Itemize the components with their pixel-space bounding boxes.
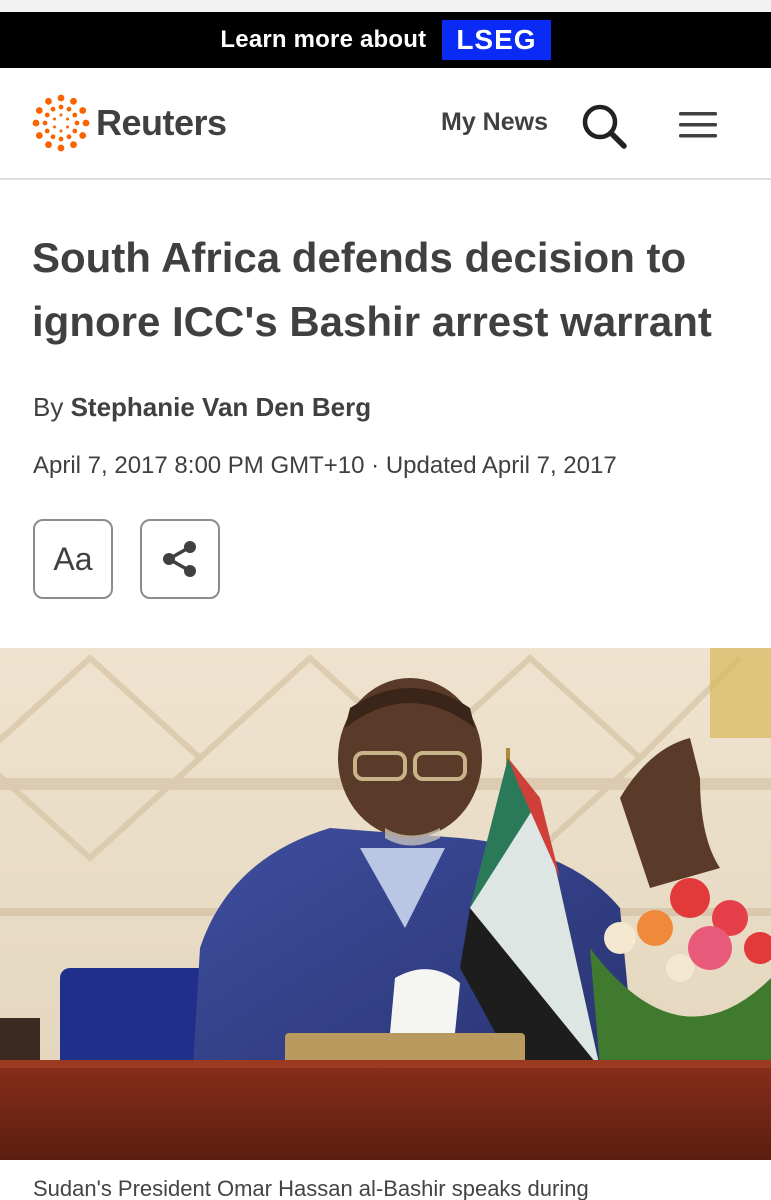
share-icon	[163, 541, 196, 577]
my-news-link[interactable]: My News	[441, 108, 548, 137]
article-photo[interactable]	[0, 648, 771, 1160]
reuters-logo[interactable]: Reuters	[32, 94, 227, 152]
font-size-button[interactable]: Aa	[33, 519, 113, 599]
banner-text: Learn more about	[220, 26, 427, 53]
byline-prefix: By	[33, 392, 64, 422]
article-headline: South Africa defends decision to ignore …	[32, 234, 712, 345]
site-header: Reuters My News	[0, 68, 771, 180]
lseg-logo: LSEG	[442, 20, 551, 60]
search-icon	[582, 104, 627, 149]
photo-caption: Sudan's President Omar Hassan al-Bashir …	[0, 1160, 771, 1200]
byline: By Stephanie Van Den Berg	[33, 392, 371, 423]
article-dateline: April 7, 2017 8:00 PM GMT+10 · Updated A…	[33, 452, 617, 479]
search-button[interactable]	[580, 102, 628, 150]
reuters-wordmark: Reuters	[96, 102, 227, 143]
photo-caption-text: Sudan's President Omar Hassan al-Bashir …	[33, 1176, 589, 1200]
author-link[interactable]: Stephanie Van Den Berg	[71, 392, 372, 422]
share-button[interactable]	[140, 519, 220, 599]
hamburger-menu-icon	[679, 112, 717, 138]
article-photo-image	[0, 648, 771, 1160]
status-strip	[0, 0, 771, 12]
menu-button[interactable]	[676, 108, 720, 142]
ad-banner[interactable]: Learn more about LSEG	[0, 12, 771, 68]
reuters-logo-icon	[32, 94, 90, 152]
